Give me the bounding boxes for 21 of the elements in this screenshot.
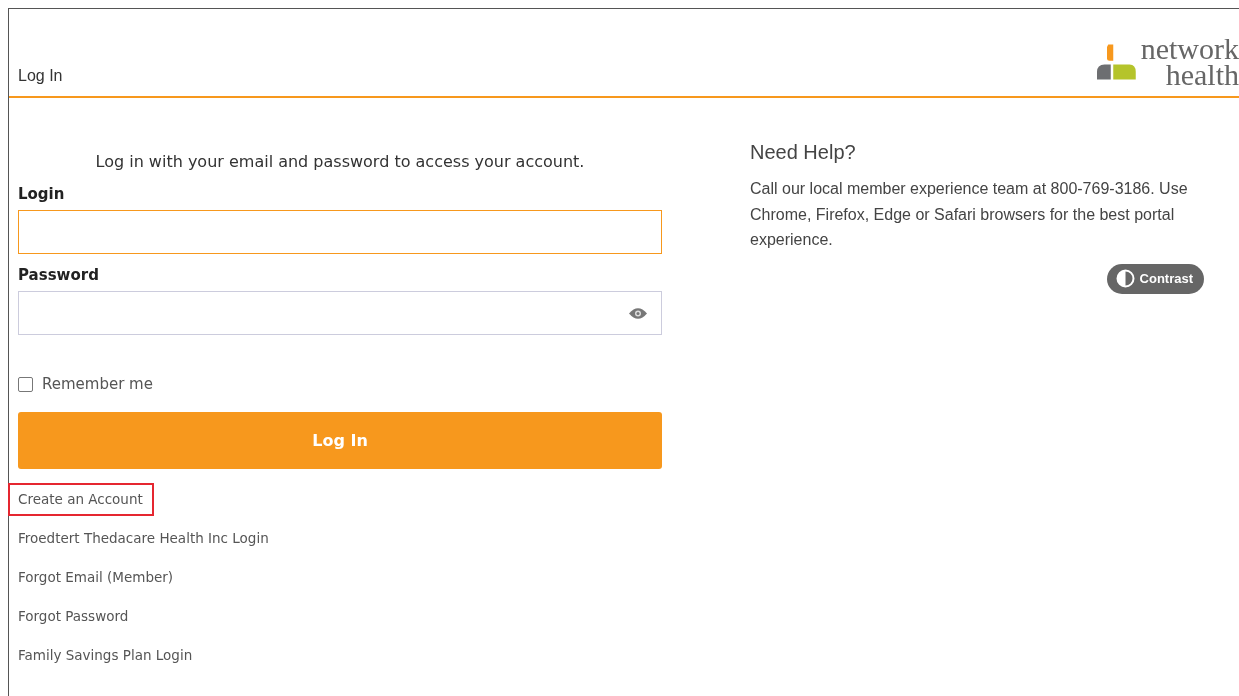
field-label: Login [18,185,66,203]
leaf-logo-icon [1096,42,1137,82]
contrast-icon [1115,269,1135,288]
account-link[interactable]: Forgot Password [8,600,140,633]
account-link[interactable]: Family Savings Plan Login [8,639,204,672]
remember-checkbox[interactable] [18,376,33,392]
logo-text: network [1140,36,1239,62]
help-heading: Need Help? [750,141,857,164]
intro-text: Log in with your email and password to access your account. [94,152,586,171]
account-link[interactable]: Create an Account [8,483,154,516]
logo-text: health [1165,62,1239,88]
eye-icon[interactable] [629,307,647,319]
login-field[interactable] [18,210,662,254]
account-link[interactable]: Forgot Email (Member) [8,561,185,594]
remember-label: Remember me [42,375,153,393]
page-title: Log In [18,67,63,85]
contrast-button[interactable]: Contrast [1106,263,1204,294]
account-link[interactable]: Froedtert Thedacare Health Inc Login [8,522,280,555]
help-text: Call our local member experience team at 800-769-3186. Use Chrome, Firefox, Edge or Safari browsers for the best portal experience. [750,179,1189,250]
field-label: Password [18,266,100,284]
password-field[interactable] [18,291,662,335]
